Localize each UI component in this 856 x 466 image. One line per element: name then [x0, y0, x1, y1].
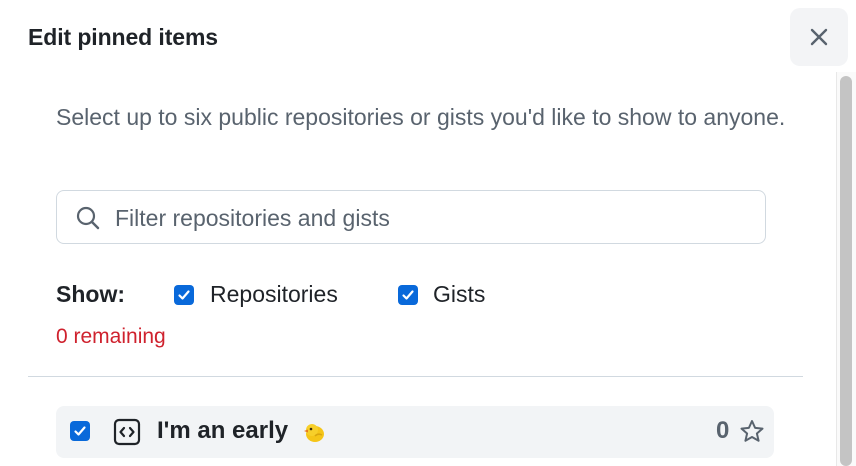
baby-chick-icon: [302, 420, 326, 444]
dialog-description: Select up to six public repositories or …: [56, 104, 786, 130]
repositories-checkbox-label[interactable]: Repositories: [210, 281, 338, 308]
item-checkbox[interactable]: [70, 421, 90, 441]
edit-pinned-items-dialog: Edit pinned items Select up to six publi…: [0, 0, 856, 466]
scrollbar-thumb[interactable]: [840, 76, 852, 466]
checkmark-icon: [401, 288, 415, 302]
checkmark-icon: [177, 288, 191, 302]
repositories-checkbox[interactable]: [174, 285, 194, 305]
show-label: Show:: [56, 281, 125, 307]
filter-input[interactable]: [115, 199, 755, 237]
list-item[interactable]: I'm an early 0: [56, 406, 774, 458]
item-name[interactable]: I'm an early: [157, 417, 288, 445]
gists-checkbox-label[interactable]: Gists: [433, 281, 485, 308]
show-filter-row: Show: Repositories Gists: [56, 278, 656, 312]
filter-field[interactable]: [56, 190, 766, 244]
dialog-title: Edit pinned items: [28, 24, 218, 50]
star-icon: [738, 418, 766, 446]
checkmark-icon: [73, 424, 87, 438]
code-square-icon: [113, 418, 141, 446]
divider: [28, 376, 803, 377]
x-icon: [808, 26, 830, 48]
close-button[interactable]: [790, 8, 848, 66]
remaining-count: 0 remaining: [56, 325, 166, 348]
star-count: 0: [716, 417, 730, 444]
gists-checkbox[interactable]: [398, 285, 418, 305]
search-icon: [75, 205, 101, 231]
